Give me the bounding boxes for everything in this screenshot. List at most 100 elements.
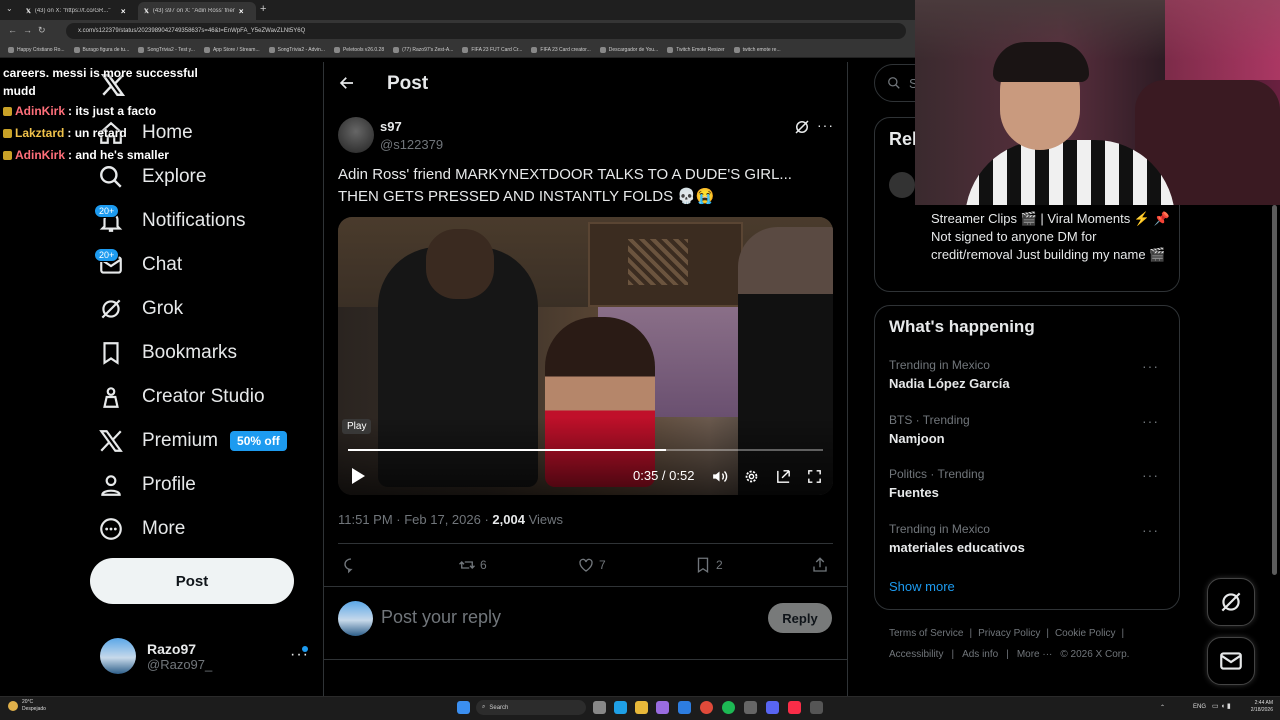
author-handle[interactable]: @s122379 (380, 137, 443, 152)
nav-item-bookmarks[interactable]: Bookmarks (98, 336, 237, 370)
bookmark-item[interactable]: Descargador de You... (599, 46, 658, 53)
trend-item[interactable]: Trending in Mexico Nadia López García ··· (889, 358, 1169, 391)
post-button[interactable]: Post (90, 558, 294, 604)
store-icon[interactable] (678, 701, 691, 714)
bookmark-item[interactable]: FIFA 23 Card creator... (531, 46, 591, 53)
app-icon[interactable] (656, 701, 669, 714)
nav-item-creator-studio[interactable]: Creator Studio (98, 380, 265, 414)
spotify-icon[interactable] (722, 701, 735, 714)
like-action[interactable]: 7 (577, 556, 606, 574)
bookmark-item[interactable]: twitch emote re... (733, 46, 781, 53)
play-icon[interactable] (350, 467, 366, 490)
stream-chat-overlay: careers. messi is more successful mudd A… (3, 64, 203, 166)
reply-button[interactable]: Reply (768, 603, 832, 633)
trend-item[interactable]: Politics · Trending Fuentes ··· (889, 467, 1169, 500)
tray-chevron-icon[interactable]: ⌃ (1160, 704, 1165, 711)
webcam-person-hair (993, 42, 1089, 82)
nav-item-chat[interactable]: 20+ Chat (94, 248, 182, 282)
relevant-avatar[interactable] (889, 172, 915, 198)
bookmark-item[interactable]: SongTrivia2 - Advin... (268, 46, 325, 53)
footer-link[interactable]: Cookie Policy (1055, 628, 1116, 639)
x-favicon-icon: 𝕏 (26, 8, 31, 15)
reply-action[interactable] (342, 556, 364, 574)
grok-icon[interactable] (793, 118, 811, 141)
app-icon[interactable] (744, 701, 757, 714)
footer-link[interactable]: Privacy Policy (978, 628, 1040, 639)
nav-item-grok[interactable]: Grok (98, 292, 183, 326)
tab-search-icon[interactable]: ⌄ (6, 4, 13, 13)
search-icon (98, 164, 124, 190)
close-tab-icon[interactable]: × (121, 7, 126, 16)
bookmark-item[interactable]: Burago figura de tu... (73, 46, 129, 53)
bookmark-item[interactable]: Happy Cristiano Ro... (8, 46, 65, 53)
nav-item-premium[interactable]: Premium 50% off (98, 424, 287, 458)
back-arrow-icon[interactable] (338, 74, 356, 97)
chat-text: : un retard (67, 126, 127, 140)
bookmark-item[interactable]: FIFA 23 FUT Card Cr... (462, 46, 522, 53)
fullscreen-icon[interactable] (806, 468, 823, 490)
post-text: Adin Ross' friend MARKYNEXTDOOR TALKS TO… (338, 166, 792, 205)
trend-more-icon[interactable]: ··· (1142, 413, 1159, 429)
settings-gear-icon[interactable] (743, 468, 760, 490)
language-indicator[interactable]: ENG (1193, 704, 1206, 710)
new-tab-button[interactable]: + (260, 3, 266, 15)
music-icon[interactable] (788, 701, 801, 714)
share-action[interactable] (811, 556, 829, 574)
author-name[interactable]: s97 (380, 119, 402, 134)
browser-tab[interactable]: 𝕏 (43) on X: "https://t.co/GR..." × (20, 2, 135, 20)
tray-icons[interactable]: ▭◖▮ (1212, 702, 1233, 710)
trend-name: Nadia López García (889, 376, 1010, 391)
windows-start-icon[interactable] (457, 701, 470, 714)
bookmark-item[interactable]: Peletools v26.0.28 (333, 46, 384, 53)
views-label: Views (524, 512, 564, 527)
url-field[interactable]: x.com/s122379/status/2023989042749358637… (66, 23, 906, 39)
bookmark-item[interactable]: Twitch Emote Resizer (667, 46, 725, 53)
trend-more-icon[interactable]: ··· (1142, 522, 1159, 538)
author-avatar[interactable] (338, 117, 374, 153)
bookmark-action[interactable]: 2 (694, 556, 723, 574)
video-progress-track[interactable] (348, 449, 823, 451)
edge-icon[interactable] (614, 701, 627, 714)
footer-link[interactable]: Accessibility (889, 649, 943, 660)
grok-float-button[interactable] (1207, 578, 1255, 626)
repost-action[interactable]: 6 (458, 556, 487, 574)
bookmark-item[interactable]: App Store / Stream... (203, 46, 260, 53)
app-icon[interactable] (810, 701, 823, 714)
post-timestamp-row: 11:51 PM · Feb 17, 2026 · 2,004 Views (338, 512, 563, 527)
show-more-link[interactable]: Show more (889, 579, 955, 594)
messages-float-button[interactable] (1207, 637, 1255, 685)
bookmark-item[interactable]: (77) Razo97's Zest-A... (393, 46, 453, 53)
trend-more-icon[interactable]: ··· (1142, 358, 1159, 374)
browser-tab-active[interactable]: 𝕏 (43) s97 on X: "Adin Ross' frien... × (138, 2, 256, 20)
video-player[interactable]: Play 0:35 / 0:52 (338, 217, 833, 495)
footer-link[interactable]: More ··· (1017, 649, 1053, 660)
post-timestamp[interactable]: 11:51 PM · Feb 17, 2026 · (338, 512, 492, 527)
clock[interactable]: 2:44 AM 2/18/2026 (1243, 700, 1273, 714)
bookmark-favicon-icon (8, 46, 14, 53)
footer-link[interactable]: Terms of Service (889, 628, 963, 639)
trend-item[interactable]: Trending in Mexico materiales educativos ·… (889, 522, 1169, 555)
chrome-icon[interactable] (700, 701, 713, 714)
x-favicon-icon: 𝕏 (144, 8, 149, 15)
close-tab-icon[interactable]: × (239, 7, 244, 16)
nav-item-profile[interactable]: Profile (98, 468, 196, 502)
nav-arrows-icon[interactable]: ←→↻ (8, 25, 52, 36)
pip-icon[interactable] (775, 468, 792, 490)
relevant-people-title: Rel (889, 129, 918, 149)
file-explorer-icon[interactable] (635, 701, 648, 714)
weather-widget[interactable]: 20°C Despejado (8, 699, 46, 713)
post-more-icon[interactable]: ··· (817, 117, 834, 133)
volume-icon[interactable] (711, 468, 728, 490)
footer-link[interactable]: Ads info (962, 649, 998, 660)
scrollbar[interactable] (1272, 205, 1277, 575)
bookmark-item[interactable]: SongTrivia2 - Test y... (138, 46, 195, 53)
task-view-icon[interactable] (593, 701, 606, 714)
reply-input[interactable]: Post your reply (381, 607, 501, 628)
discord-icon[interactable] (766, 701, 779, 714)
trend-more-icon[interactable]: ··· (1142, 467, 1159, 483)
account-switcher[interactable]: Razo97 @Razo97_ (100, 638, 212, 674)
nav-item-notifications[interactable]: 20+ Notifications (94, 204, 246, 238)
nav-item-more[interactable]: More (98, 512, 185, 546)
taskbar-search[interactable]: ⌕ Search (476, 700, 586, 715)
trend-item[interactable]: BTS · Trending Namjoon ··· (889, 413, 1169, 446)
